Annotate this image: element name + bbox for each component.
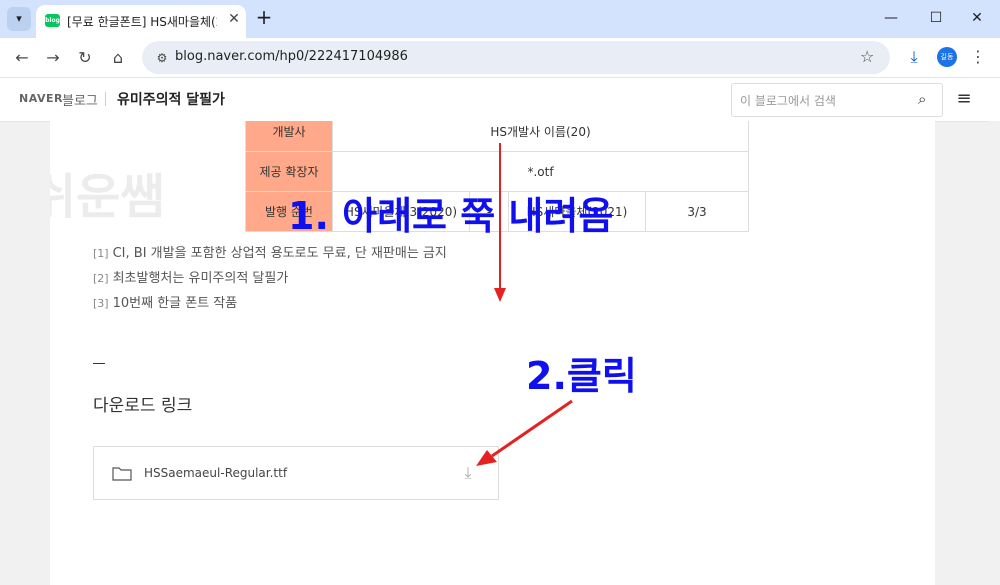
click-arrow: [491, 399, 573, 458]
scroll-arrowhead: [494, 288, 506, 302]
annotation-step2: 2.클릭: [526, 354, 637, 398]
click-arrowhead: [476, 450, 497, 466]
annotation-step1: 1. 아래로 쭉 내려옴: [288, 194, 614, 238]
annotation-arrows: [476, 143, 573, 466]
